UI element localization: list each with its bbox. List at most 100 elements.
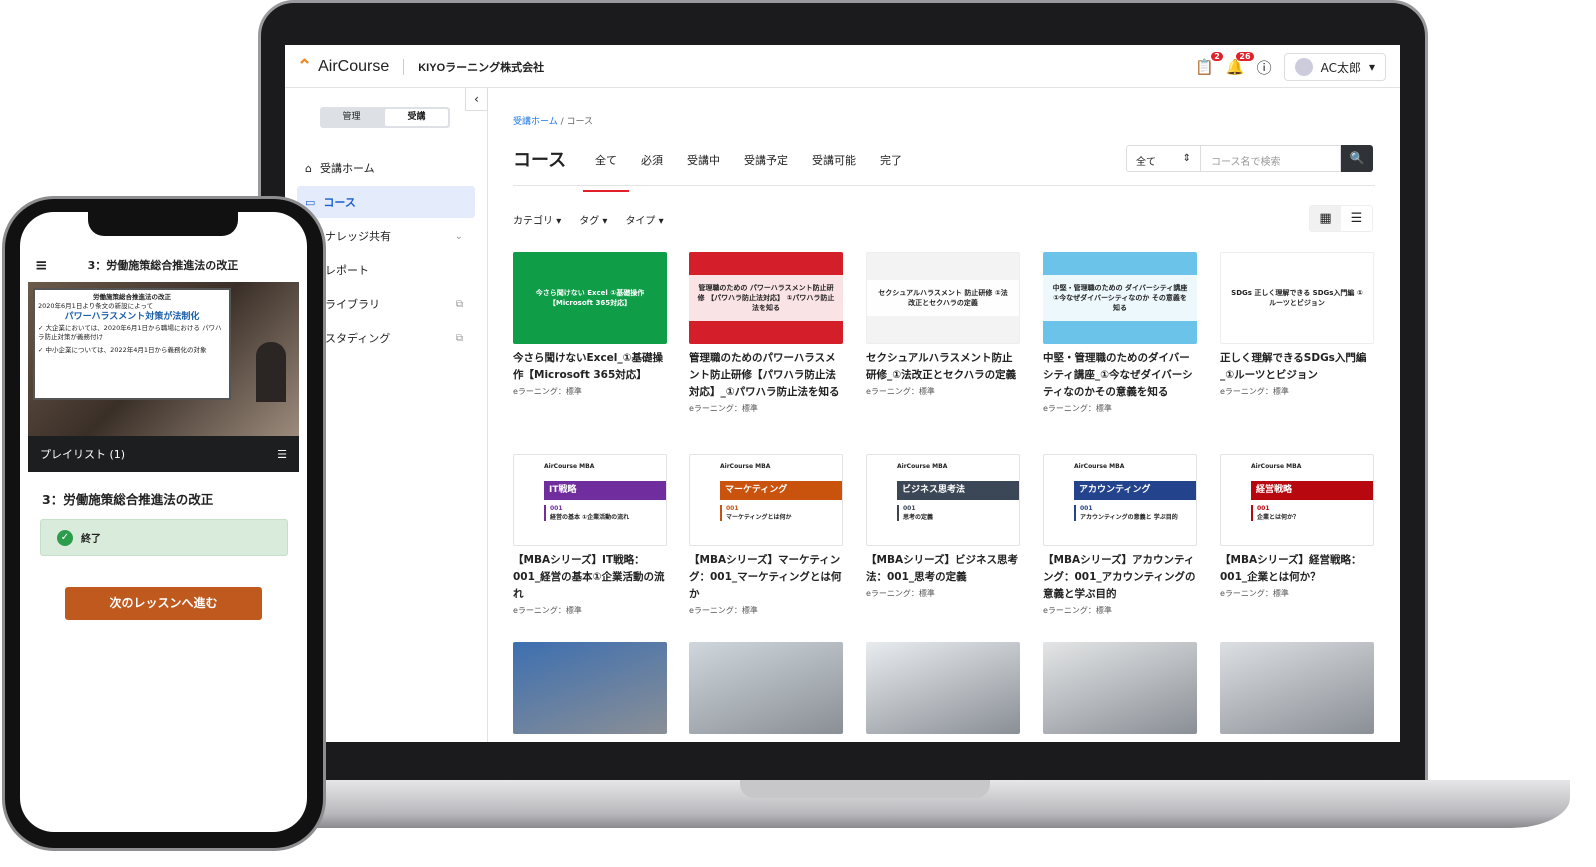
thumb-category: マーケティング (720, 481, 842, 500)
tab-3[interactable]: 受講予定 (732, 152, 800, 192)
sidebar-item-label: 受講ホーム (319, 162, 375, 175)
filter-label: タグ (579, 216, 600, 227)
course-card[interactable]: AirCourse MBA アカウンティング 001 アカウンティングの意義と 学ぶ目… (1043, 454, 1197, 616)
filter-dropdown[interactable]: カテゴリ ▾ (513, 212, 561, 227)
filter-dropdown[interactable]: タグ ▾ (579, 212, 607, 227)
thumb-subtitle: 001 企業とは何か？ (1251, 505, 1299, 521)
status-badge: ✓ 終了 (40, 519, 288, 556)
tab-1[interactable]: 必須 (629, 152, 675, 192)
course-card[interactable] (1043, 642, 1197, 734)
tab-2[interactable]: 受講中 (675, 152, 732, 192)
breadcrumb-current: コース (566, 117, 594, 127)
check-circle-icon: ✓ (57, 529, 73, 546)
course-type: eラーニング：標準 (689, 404, 758, 413)
brand-logo[interactable]: ⌃ AirCourse KIYOラーニング株式会社 (297, 56, 544, 77)
tasks-icon[interactable]: 📋 2 (1195, 52, 1223, 76)
course-title: 中堅・管理職のためのダイバーシティ講座_①今なぜダイバーシティなのかその意義を知… (1043, 352, 1193, 398)
course-thumbnail: AirCourse MBA ビジネス思考法 001 思考の定義 (866, 454, 1020, 546)
course-card[interactable] (689, 642, 843, 734)
course-card[interactable]: AirCourse MBA ビジネス思考法 001 思考の定義 【MBAシリーズ】ビジネ… (866, 454, 1020, 599)
help-icon[interactable]: ⓘ (1257, 57, 1272, 78)
list-view-icon[interactable]: ☰ (1341, 206, 1372, 231)
playlist-bar[interactable]: プレイリスト (1) ☰ (28, 436, 299, 472)
grid-view-icon[interactable]: ▦ (1310, 206, 1341, 231)
filter-dropdown[interactable]: タイプ ▾ (625, 212, 663, 227)
course-card[interactable]: 中堅・管理職のための ダイバーシティ講座 ①今なぜダイバーシティなのか その意義… (1043, 252, 1197, 414)
phone-notch (88, 212, 238, 236)
course-title: 管理職のためのパワーハラスメント防止研修【パワハラ防止法対応】_①パワハラ防止法… (689, 352, 840, 398)
mode-admin[interactable]: 管理 (320, 107, 383, 128)
course-tabs: 全て 必須 受講中 受講予定 受講可能 完了 (583, 152, 914, 192)
mba-logo: AirCourse MBA (897, 463, 948, 470)
avatar (1294, 58, 1313, 76)
tab-4[interactable]: 受講可能 (800, 152, 868, 192)
course-title: 【MBAシリーズ】ビジネス思考法：001_思考の定義 (866, 554, 1019, 583)
course-thumbnail: AirCourse MBA マーケティング 001 マーケティングとは何か (689, 454, 843, 546)
search-button[interactable]: 🔍 (1341, 145, 1373, 172)
search-scope-select[interactable]: 全て ⇕ (1126, 145, 1201, 172)
course-card[interactable]: AirCourse MBA 経営戦略 001 企業とは何か？ 【MBAシリーズ】経営戦略… (1220, 454, 1374, 599)
course-thumbnail: AirCourse MBA IT戦略 001 経営の基本 ①企業活動の流れ (513, 454, 667, 546)
divider (513, 185, 1375, 186)
view-toggle: ▦ ☰ (1309, 205, 1373, 232)
video-player[interactable]: 労働施策総合推進法の改正 2020年6月1日より条文の新設によって パワーハラス… (28, 282, 299, 436)
sidebar-item-home[interactable]: ⌂ 受講ホーム (297, 152, 475, 184)
breadcrumb-home-link[interactable]: 受講ホーム (513, 117, 558, 127)
breadcrumb: 受講ホーム / コース (513, 117, 594, 127)
course-thumbnail: AirCourse MBA アカウンティング 001 アカウンティングの意義と 学ぶ目… (1043, 454, 1197, 546)
thumb-category: IT戦略 (544, 481, 666, 500)
page-title: コース (513, 150, 567, 171)
course-thumbnail-photo (866, 642, 1020, 734)
bell-icon[interactable]: 🔔 26 (1226, 52, 1254, 76)
top-header: ⌃ AirCourse KIYOラーニング株式会社 📋 2 🔔 26 ⓘ AC太郎 ▾ (285, 45, 1400, 88)
filters: カテゴリ ▾ タグ ▾ タイプ ▾ (513, 212, 664, 227)
tab-5[interactable]: 完了 (868, 152, 914, 192)
caret-down-icon: ▾ (556, 216, 562, 227)
course-card[interactable]: SDGs 正しく理解できる SDGs入門編 ①ルーツとビジョン正しく理解できるS… (1220, 252, 1374, 397)
course-card[interactable] (866, 642, 1020, 734)
sidebar-item-label: スタディング (325, 332, 391, 345)
thumb-subtitle: 001 アカウンティングの意義と 学ぶ目的 (1074, 505, 1178, 521)
caret-down-icon: ▾ (658, 216, 664, 227)
course-type: eラーニング：標準 (866, 387, 935, 396)
thumb-text: SDGs 正しく理解できる SDGs入門編 ①ルーツとビジョン (1231, 289, 1363, 307)
course-card[interactable]: AirCourse MBA IT戦略 001 経営の基本 ①企業活動の流れ 【MBAシリ… (513, 454, 667, 616)
course-thumbnail-photo (1043, 642, 1197, 734)
phone-screen: ≡ 3：労働施策総合推進法の改正 労働施策総合推進法の改正 2020年6月1日より… (20, 212, 307, 832)
search-input[interactable]: コース名で検索 (1201, 145, 1341, 172)
sidebar-item-label: ライブラリ (325, 298, 380, 311)
presenter-image (256, 342, 286, 402)
user-menu[interactable]: AC太郎 ▾ (1283, 53, 1386, 81)
phone-header: ≡ 3：労働施策総合推進法の改正 (20, 248, 307, 282)
sidebar-item-course[interactable]: ▭ コース (297, 186, 475, 218)
course-type: eラーニング：標準 (689, 606, 758, 615)
mode-learner[interactable]: 受講 (385, 109, 448, 126)
notifications-badge: 26 (1236, 52, 1254, 61)
course-card[interactable]: AirCourse MBA マーケティング 001 マーケティングとは何か 【MBAシリ… (689, 454, 843, 616)
playlist-icon[interactable]: ☰ (277, 448, 287, 461)
course-card[interactable]: セクシュアルハラスメント 防止研修 ①法改正とセクハラの定義 セクシュアルハラスメ… (866, 252, 1020, 397)
tab-0[interactable]: 全て (583, 152, 629, 192)
hamburger-menu-icon[interactable]: ≡ (35, 256, 48, 274)
course-thumbnail: AirCourse MBA 経営戦略 001 企業とは何か？ (1220, 454, 1374, 546)
course-card[interactable]: 今さら聞けない Excel ①基礎操作 【Microsoft 365対応】 今さら… (513, 252, 667, 397)
laptop-hinge (740, 780, 990, 798)
course-card[interactable] (513, 642, 667, 734)
course-type: eラーニング：標準 (1043, 606, 1112, 615)
home-icon: ⌂ (305, 161, 312, 175)
thumb-text: 今さら聞けない Excel ①基礎操作 【Microsoft 365対応】 (535, 289, 645, 307)
slide-headline: パワーハラスメント対策が法制化 (64, 312, 200, 322)
collapse-sidebar-button[interactable]: ‹ (465, 88, 488, 111)
course-title: 【MBAシリーズ】アカウンティング：001_アカウンティングの意義と学ぶ目的 (1043, 554, 1196, 600)
course-type: eラーニング：標準 (1220, 589, 1289, 598)
course-title: 正しく理解できるSDGs入門編_①ルーツとビジョン (1220, 352, 1367, 381)
thumb-category: アカウンティング (1074, 481, 1196, 500)
sidebar-item-label: レポート (325, 264, 369, 277)
course-card[interactable]: 管理職のための パワーハラスメント防止研修 【パワハラ防止法対応】 ①パワハラ防… (689, 252, 843, 414)
next-lesson-button[interactable]: 次のレッスンへ進む (65, 587, 262, 620)
thumb-text: 管理職のための パワーハラスメント防止研修 【パワハラ防止法対応】 ①パワハラ防… (689, 275, 843, 321)
course-card[interactable] (1220, 642, 1374, 734)
filter-label: カテゴリ (513, 216, 553, 227)
chevron-down-icon: ⌄ (454, 230, 463, 242)
thumb-category: ビジネス思考法 (897, 481, 1019, 500)
